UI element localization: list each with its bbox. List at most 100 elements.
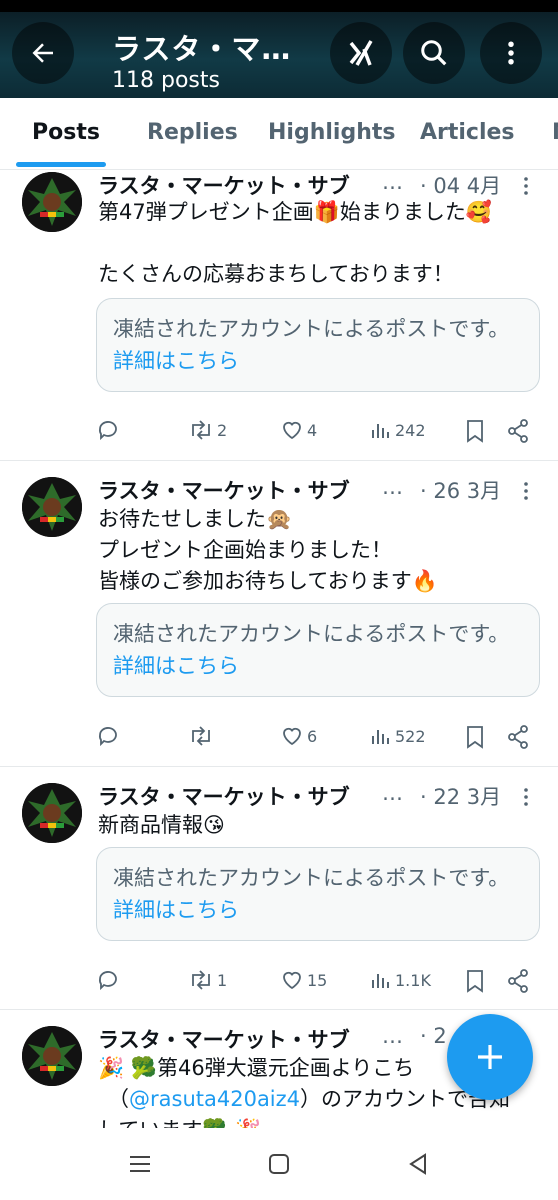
avatar[interactable]: [22, 783, 82, 843]
tab-replies[interactable]: Replies: [147, 120, 238, 145]
tab-highlights[interactable]: Highlights: [268, 120, 395, 145]
frozen-account-notice: 凍結されたアカウントによるポストです。詳細はこちら: [96, 847, 540, 941]
post-text: 新商品情報😘: [98, 813, 225, 837]
bookmark-icon[interactable]: [464, 968, 486, 994]
author-name[interactable]: ラスタ・マーケット・サブ: [98, 781, 350, 811]
search-button[interactable]: [403, 22, 465, 84]
post-text: 第47弾プレゼント企画🎁始まりました🥰 たくさんの応募おまちしております！: [98, 200, 493, 286]
post-actions: 6 522: [96, 724, 536, 752]
repost-button[interactable]: 1: [188, 968, 227, 992]
paren-open: （: [108, 1087, 129, 1111]
name-ellipsis: …: [382, 1024, 403, 1048]
repost-count: 2: [217, 420, 228, 440]
like-icon: [283, 421, 301, 440]
view-count: 522: [395, 726, 426, 746]
repost-button[interactable]: 2: [188, 418, 227, 442]
view-count: 1.1K: [395, 970, 431, 990]
views-icon: [372, 424, 389, 438]
post-more-icon[interactable]: [514, 785, 538, 809]
reply-button[interactable]: [96, 418, 123, 442]
like-count: 4: [307, 420, 318, 440]
post-date[interactable]: · 22 3月: [420, 781, 501, 811]
recent-apps-button[interactable]: [120, 1148, 160, 1180]
bookmark-icon[interactable]: [464, 724, 486, 750]
post-date[interactable]: · 26 3月: [420, 475, 501, 505]
system-navigation-bar: [0, 1128, 558, 1200]
name-ellipsis: …: [382, 170, 403, 194]
reply-button[interactable]: [96, 724, 123, 748]
author-name[interactable]: ラスタ・マーケット・サブ: [98, 1024, 350, 1054]
post-actions: 1 15 1.1K: [96, 968, 536, 996]
like-button[interactable]: 15: [280, 968, 327, 992]
name-ellipsis: …: [382, 475, 403, 499]
share-icon[interactable]: [506, 968, 530, 994]
like-button[interactable]: 4: [280, 418, 317, 442]
views-icon: [372, 730, 389, 744]
bookmark-icon[interactable]: [464, 418, 486, 444]
post-more-icon[interactable]: [514, 174, 538, 198]
like-count: 6: [307, 726, 318, 746]
active-tab-indicator: [16, 162, 106, 167]
profile-name-title: ラスタ・マ…: [112, 32, 292, 66]
compose-button[interactable]: [447, 1014, 533, 1100]
avatar[interactable]: [22, 1026, 82, 1086]
home-square-icon: [269, 1154, 289, 1174]
post-count: 118 posts: [112, 68, 220, 93]
posts-feed[interactable]: ラスタ・マーケット・サブ … · 04 4月 第47弾プレゼント企画🎁始まりまし…: [0, 170, 558, 1128]
grok-icon: [349, 40, 373, 66]
repost-button[interactable]: [188, 724, 217, 748]
search-icon: [421, 40, 447, 66]
views-button[interactable]: 1.1K: [370, 968, 431, 992]
author-name[interactable]: ラスタ・マーケット・サブ: [98, 170, 350, 200]
post-date[interactable]: · 04 4月: [420, 170, 501, 200]
repost-icon: [192, 970, 210, 990]
post-date[interactable]: · 2: [420, 1024, 447, 1048]
reply-icon: [98, 421, 117, 441]
post-more-icon[interactable]: [514, 479, 538, 503]
tab-articles[interactable]: Articles: [420, 120, 515, 145]
tab-media-partial[interactable]: M: [552, 120, 558, 145]
back-triangle-icon: [409, 1153, 426, 1175]
view-count: 242: [395, 420, 426, 440]
like-icon: [283, 971, 301, 990]
frozen-notice-text: 凍結されたアカウントによるポストです。: [113, 317, 510, 341]
name-ellipsis: …: [382, 781, 403, 805]
back-button[interactable]: [12, 22, 74, 84]
post-text-line-3: しています🥦 🎉: [98, 1115, 538, 1128]
system-back-button[interactable]: [398, 1148, 438, 1180]
details-link[interactable]: 詳細はこちら: [113, 898, 239, 922]
post-item[interactable]: ラスタ・マーケット・サブ … · 22 3月 新商品情報😘 凍結されたアカウント…: [0, 767, 558, 1010]
post-item[interactable]: ラスタ・マーケット・サブ … · 26 3月 お待たせしました🙊 プレゼント企画…: [0, 461, 558, 767]
frozen-notice-text: 凍結されたアカウントによるポストです。: [113, 866, 510, 890]
share-icon[interactable]: [506, 418, 530, 444]
more-options-button[interactable]: [480, 22, 542, 84]
views-button[interactable]: 522: [370, 724, 426, 748]
back-arrow-icon: [32, 43, 53, 63]
details-link[interactable]: 詳細はこちら: [113, 349, 239, 373]
mention-link[interactable]: @rasuta420aiz4: [129, 1087, 300, 1111]
author-name[interactable]: ラスタ・マーケット・サブ: [98, 475, 350, 505]
reply-button[interactable]: [96, 968, 123, 992]
avatar[interactable]: [22, 172, 82, 232]
share-icon[interactable]: [506, 724, 530, 750]
more-vertical-icon: [508, 41, 514, 65]
frozen-account-notice: 凍結されたアカウントによるポストです。詳細はこちら: [96, 298, 540, 392]
profile-tabs: Posts Replies Highlights Articles M: [0, 98, 558, 170]
tab-posts[interactable]: Posts: [32, 120, 100, 145]
post-actions: 2 4 242: [96, 418, 536, 446]
frozen-account-notice: 凍結されたアカウントによるポストです。詳細はこちら: [96, 603, 540, 697]
reply-icon: [98, 727, 117, 747]
repost-icon: [192, 726, 210, 746]
grok-button[interactable]: [330, 22, 392, 84]
details-link[interactable]: 詳細はこちら: [113, 654, 239, 678]
home-button[interactable]: [259, 1148, 299, 1180]
frozen-notice-text: 凍結されたアカウントによるポストです。: [113, 622, 510, 646]
like-button[interactable]: 6: [280, 724, 317, 748]
views-button[interactable]: 242: [370, 418, 426, 442]
avatar[interactable]: [22, 477, 82, 537]
profile-header: ラスタ・マ… 118 posts: [0, 12, 558, 98]
repost-count: 1: [217, 970, 228, 990]
post-item[interactable]: ラスタ・マーケット・サブ … · 04 4月 第47弾プレゼント企画🎁始まりまし…: [0, 170, 558, 461]
post-text: お待たせしました🙊 プレゼント企画始まりました！ 皆様のご参加お待ちしております…: [98, 507, 438, 593]
repost-icon: [192, 420, 210, 440]
